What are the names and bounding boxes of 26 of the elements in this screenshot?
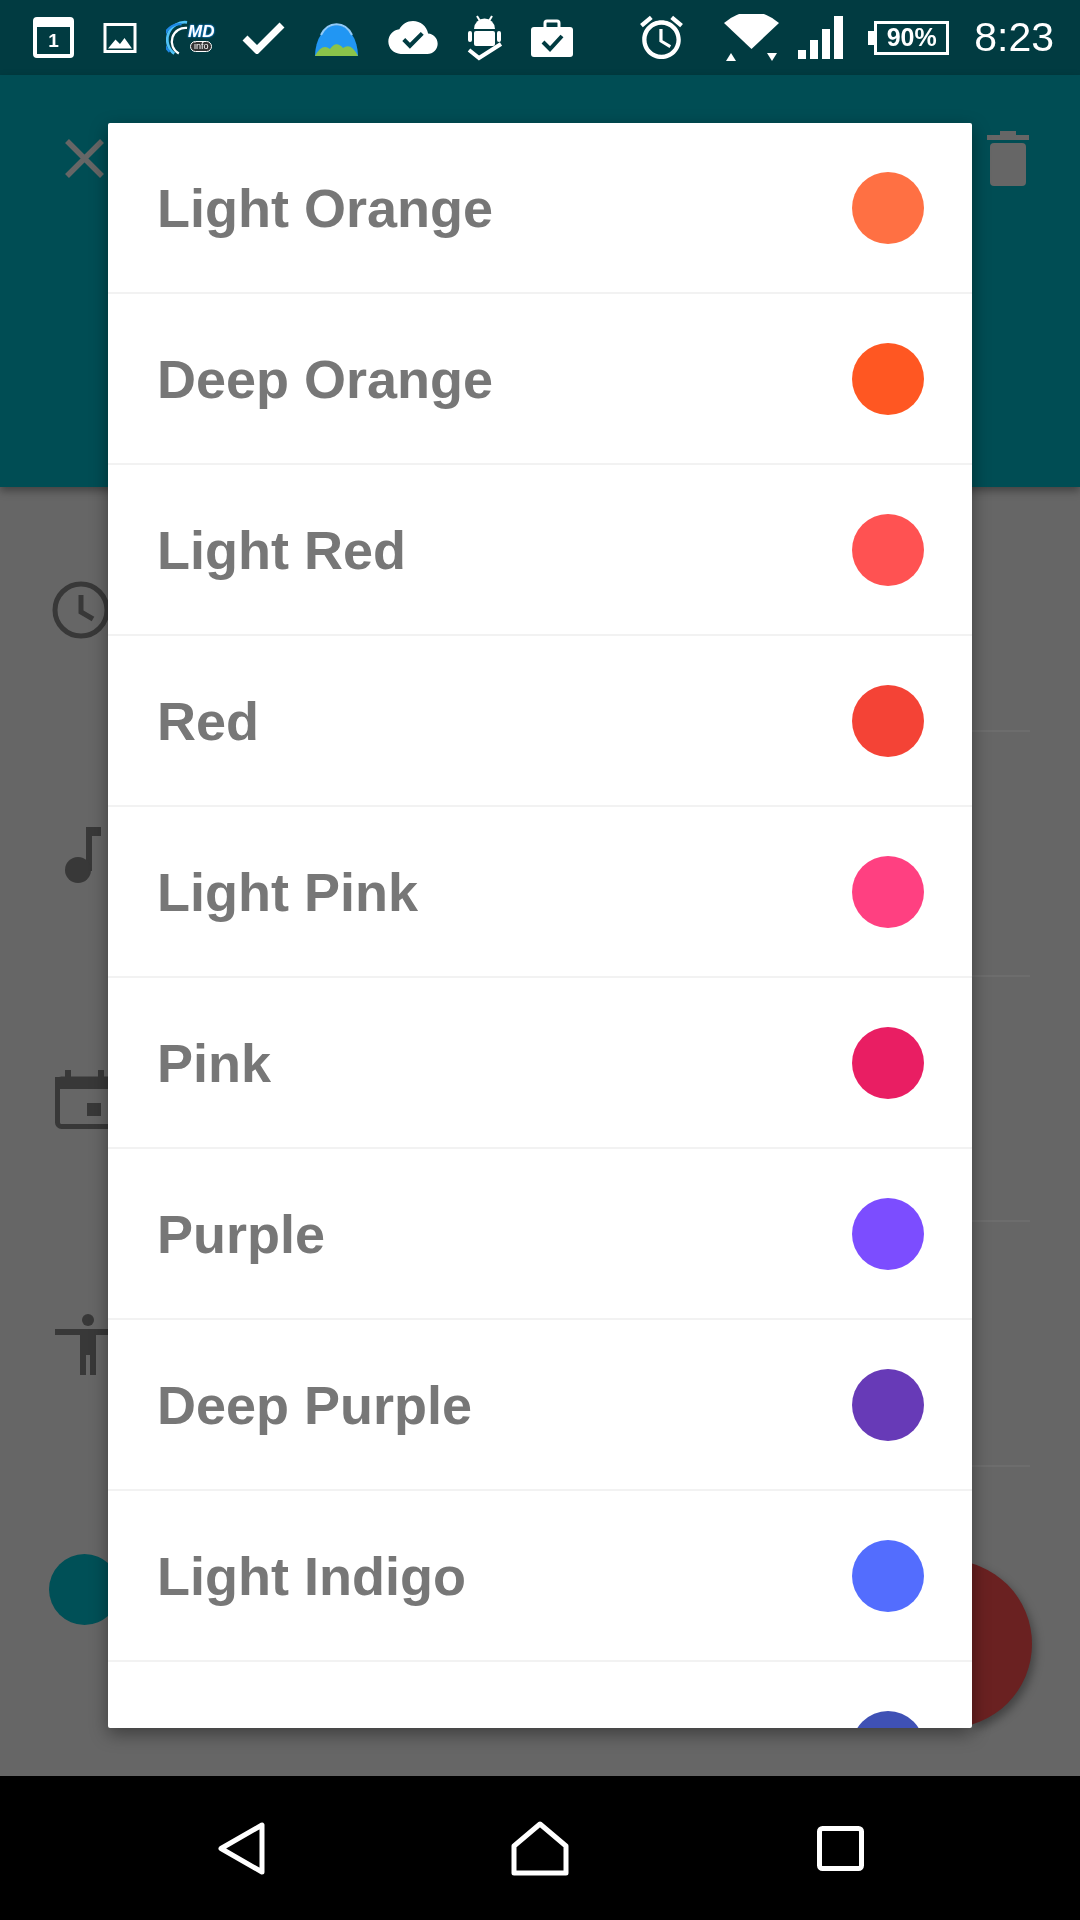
check-icon: [242, 21, 286, 54]
color-option[interactable]: Light Pink: [108, 807, 972, 978]
color-option[interactable]: Pink: [108, 978, 972, 1149]
music-note-icon: [64, 826, 101, 883]
color-option[interactable]: Purple: [108, 1149, 972, 1320]
recent-apps-icon[interactable]: [817, 1825, 864, 1871]
app-logo-subtext: info: [189, 41, 213, 52]
clock-time: 8:23: [974, 17, 1054, 58]
globe-icon: [313, 22, 361, 57]
back-icon[interactable]: [217, 1821, 266, 1875]
alarm-clock-icon: [639, 15, 685, 60]
color-option[interactable]: Deep Orange: [108, 294, 972, 465]
color-option[interactable]: Light Red: [108, 465, 972, 636]
color-option[interactable]: Light Indigo: [108, 1491, 972, 1662]
color-option[interactable]: Red: [108, 636, 972, 807]
app-logo-text: MD: [188, 23, 215, 40]
home-icon[interactable]: [511, 1820, 569, 1876]
color-option[interactable]: Deep Purple: [108, 1320, 972, 1491]
color-option[interactable]: Light Orange: [108, 123, 972, 294]
robot-check-icon: [466, 14, 504, 61]
battery-percent: 90%: [886, 25, 937, 50]
briefcase-check-icon: [531, 18, 574, 57]
cloud-check-icon: [388, 19, 439, 56]
clock-icon: [52, 580, 108, 639]
calendar-day: 1: [48, 31, 59, 50]
signal-icon: [798, 16, 844, 59]
